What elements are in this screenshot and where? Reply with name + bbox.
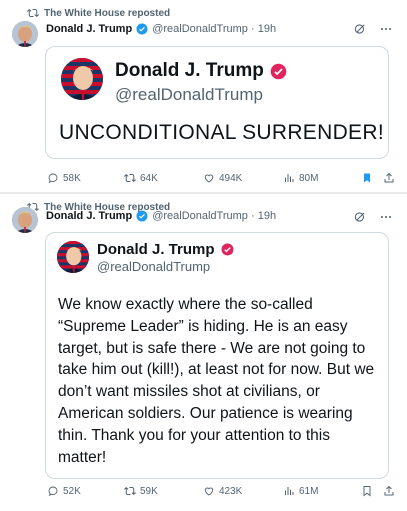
avatar-image — [12, 207, 38, 233]
share-button[interactable] — [383, 485, 397, 497]
grok-icon[interactable] — [353, 22, 367, 36]
views-count: 80M — [299, 172, 319, 184]
reply-button[interactable]: 58K — [47, 172, 124, 184]
reply-button[interactable]: 52K — [47, 485, 124, 497]
repost-button[interactable]: 59K — [124, 485, 203, 497]
like-button[interactable]: 494K — [203, 172, 283, 184]
bookmark-button[interactable] — [361, 485, 383, 497]
verified-badge-icon — [221, 243, 233, 256]
quoted-author-row: Donald J. Trump — [115, 60, 287, 82]
post-action-bar: 52K 59K 423K 61M — [47, 485, 397, 497]
avatar[interactable] — [12, 21, 38, 47]
heart-icon — [204, 174, 214, 183]
repost-label: The White House reposted — [44, 7, 171, 19]
like-count: 423K — [219, 485, 243, 497]
repost-icon — [124, 173, 136, 183]
more-icon[interactable] — [379, 22, 393, 36]
bookmark-icon — [364, 173, 370, 183]
reply-icon — [48, 486, 58, 497]
repost-icon — [27, 8, 39, 18]
bookmark-button[interactable] — [361, 172, 383, 184]
repost-count: 64K — [140, 172, 158, 184]
quoted-author-name[interactable]: Donald J. Trump — [97, 241, 215, 258]
quoted-author-name[interactable]: Donald J. Trump — [115, 60, 264, 82]
like-button[interactable]: 423K — [203, 485, 283, 497]
author-handle-time[interactable]: @realDonaldTrump · 19h — [152, 210, 276, 222]
quoted-avatar[interactable] — [57, 241, 89, 273]
share-icon — [384, 172, 394, 183]
quoted-post-text: We know exactly where the so-called “Sup… — [58, 296, 375, 466]
share-button[interactable] — [383, 172, 397, 184]
avatar-image — [12, 21, 38, 47]
grok-icon[interactable] — [353, 210, 367, 224]
quoted-post-text: UNCONDITIONAL SURRENDER! — [59, 121, 384, 144]
quoted-author-handle[interactable]: @realDonaldTrump — [97, 259, 210, 274]
repost-icon — [124, 486, 136, 496]
post-action-bar: 58K 64K 494K 80M — [47, 172, 397, 184]
avatar[interactable] — [12, 207, 38, 233]
repost-count: 59K — [140, 485, 158, 497]
quoted-post-card[interactable]: Donald J. Trump @realDonaldTrump We know… — [45, 232, 389, 479]
heart-icon — [204, 487, 214, 496]
post-top-actions — [353, 22, 393, 36]
quoted-avatar-image — [57, 241, 89, 273]
reply-count: 58K — [63, 172, 81, 184]
author-name[interactable]: Donald J. Trump — [46, 23, 132, 35]
views-button[interactable]: 61M — [283, 485, 361, 497]
quoted-author-handle[interactable]: @realDonaldTrump — [115, 85, 263, 105]
quoted-author-row: Donald J. Trump — [97, 241, 234, 258]
views-button[interactable]: 80M — [283, 172, 361, 184]
more-icon[interactable] — [379, 210, 393, 224]
views-icon — [285, 487, 294, 495]
bookmark-icon — [363, 486, 371, 497]
views-count: 61M — [299, 485, 319, 497]
quoted-avatar[interactable] — [61, 58, 103, 100]
views-icon — [285, 174, 294, 182]
post[interactable]: The White House reposted Donald J. Trump… — [0, 0, 407, 192]
post[interactable]: The White House reposted Donald J. Trump… — [0, 194, 407, 511]
verified-badge-icon — [136, 23, 148, 35]
author-row: Donald J. Trump @realDonaldTrump · 19h — [46, 210, 276, 222]
repost-indicator[interactable]: The White House reposted — [27, 7, 170, 19]
quoted-post-card[interactable]: Donald J. Trump @realDonaldTrump UNCONDI… — [45, 46, 389, 159]
reply-icon — [48, 173, 58, 184]
like-count: 494K — [219, 172, 243, 184]
reply-count: 52K — [63, 485, 81, 497]
post-top-actions — [353, 210, 393, 224]
quoted-avatar-image — [61, 58, 103, 100]
author-handle-time[interactable]: @realDonaldTrump · 19h — [152, 23, 276, 35]
repost-button[interactable]: 64K — [124, 172, 203, 184]
author-row: Donald J. Trump @realDonaldTrump · 19h — [46, 23, 276, 35]
verified-badge-icon — [136, 210, 148, 222]
share-icon — [384, 485, 394, 496]
author-name[interactable]: Donald J. Trump — [46, 210, 132, 222]
verified-badge-icon — [270, 63, 287, 79]
